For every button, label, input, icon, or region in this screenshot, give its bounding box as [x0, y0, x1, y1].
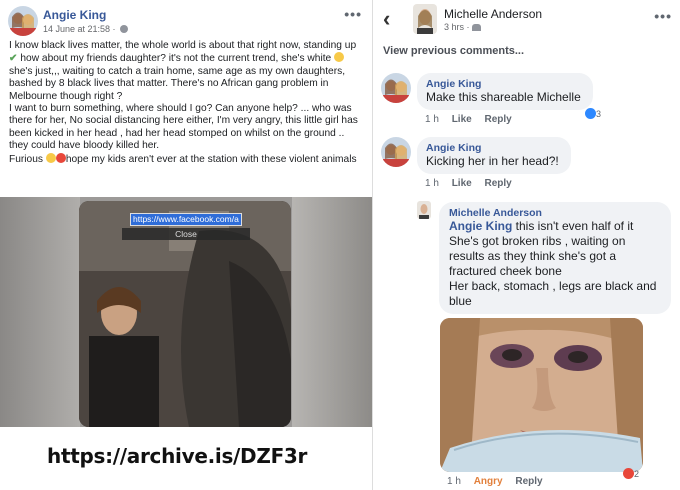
comment-text: Make this shareable Michelle — [426, 90, 581, 104]
post-line-4: I want to burn something, where should I… — [9, 103, 358, 152]
video-url-field[interactable]: https://www.facebook.com/a — [130, 213, 242, 226]
like-button[interactable]: Like — [452, 178, 472, 189]
thread-author[interactable]: Michelle Anderson — [444, 7, 542, 21]
comment-bubble: Angie King Kicking her in her head?! — [417, 137, 571, 174]
thread-time: 3 hrs · — [444, 22, 473, 32]
comment-text: Kicking her in her head?! — [426, 154, 559, 168]
avatar[interactable] — [417, 201, 431, 219]
post-line-1: I know black lives matter, the whole wor… — [9, 40, 357, 51]
more-options-icon[interactable]: ••• — [654, 8, 672, 24]
comment-actions: 1 h Angry Reply — [447, 476, 553, 487]
comment-actions: 1 h Like Reply — [425, 178, 522, 189]
video-player[interactable]: https://www.facebook.com/a Close — [0, 197, 372, 427]
reply-button[interactable]: Reply — [484, 114, 511, 125]
comment-actions: 1 h Like Reply — [425, 114, 522, 125]
comment-photo[interactable] — [440, 318, 643, 472]
like-button[interactable]: Like — [452, 114, 472, 125]
comment-text: Angie King this isn't even half of it Sh… — [449, 219, 661, 279]
post-paragraph: Furious hope my kids aren't ever at the … — [9, 152, 365, 166]
comment-time: 1 h — [447, 476, 461, 487]
reaction-count[interactable]: 2 — [623, 468, 639, 479]
friends-icon — [472, 24, 482, 31]
angry-emoji-icon — [55, 152, 66, 163]
avatar[interactable] — [381, 137, 411, 167]
left-facebook-post: Angie King 14 June at 21:58 · ••• I know… — [0, 0, 372, 490]
post-header: Angie King 14 June at 21:58 · ••• — [8, 6, 364, 38]
like-reaction-icon — [585, 108, 596, 119]
reaction-number: 3 — [596, 109, 602, 119]
reaction-number: 2 — [634, 469, 640, 479]
mention-link[interactable]: Angie King — [449, 219, 512, 233]
timestamp-text[interactable]: 14 June at 21:58 · — [43, 24, 118, 34]
avatar[interactable] — [413, 4, 437, 34]
thread-meta: 3 hrs · — [444, 22, 482, 32]
post-author[interactable]: Angie King — [43, 8, 106, 22]
post-line-5: Furious — [9, 153, 43, 165]
video-blur-left — [0, 197, 80, 427]
angry-reaction-icon — [623, 468, 634, 479]
angry-reaction-button[interactable]: Angry — [474, 476, 503, 487]
comment-bubble: Angie King Make this shareable Michelle — [417, 73, 593, 110]
comment-author[interactable]: Angie King — [426, 78, 584, 90]
comment-time: 1 h — [425, 178, 439, 189]
injured-face-image — [440, 318, 643, 472]
avatar[interactable] — [8, 6, 38, 36]
post-line-6: hope my kids aren't ever at the station … — [65, 153, 357, 165]
post-timestamp[interactable]: 14 June at 21:58 · — [43, 24, 129, 34]
comment-bubble: Michelle Anderson Angie King this isn't … — [439, 202, 671, 314]
comment-author[interactable]: Michelle Anderson — [449, 207, 661, 219]
back-arrow-icon[interactable]: ‹ — [383, 6, 390, 32]
post-body: I know black lives matter, the whole wor… — [9, 40, 365, 166]
right-comment-thread: ‹ Michelle Anderson 3 hrs · ••• View pre… — [372, 0, 680, 490]
archive-link[interactable]: https://archive.is/DZF3r — [47, 444, 307, 468]
video-close-button[interactable]: Close — [122, 228, 250, 240]
comment-text: Her back, stomach , legs are black and b… — [449, 279, 657, 308]
reply-button[interactable]: Reply — [515, 476, 542, 487]
more-options-icon[interactable]: ••• — [344, 6, 362, 22]
shocked-emoji-icon — [45, 152, 56, 163]
avatar[interactable] — [381, 73, 411, 103]
post-paragraph: I know black lives matter, the whole wor… — [9, 40, 365, 103]
comment-author[interactable]: Angie King — [426, 142, 562, 154]
reply-button[interactable]: Reply — [484, 178, 511, 189]
smiley-emoji-icon — [334, 52, 345, 63]
reaction-count[interactable]: 3 — [585, 108, 601, 119]
check-mark-icon: ✔ — [9, 53, 18, 65]
comment-time: 1 h — [425, 114, 439, 125]
view-previous-comments-link[interactable]: View previous comments... — [383, 45, 524, 57]
video-blur-right — [292, 197, 372, 427]
globe-icon — [120, 25, 129, 33]
post-line-3: she's just,,, waiting to catch a train h… — [9, 65, 346, 102]
post-paragraph: I want to burn something, where should I… — [9, 103, 365, 153]
post-line-2: how about my friends daughter? it's not … — [20, 53, 332, 65]
